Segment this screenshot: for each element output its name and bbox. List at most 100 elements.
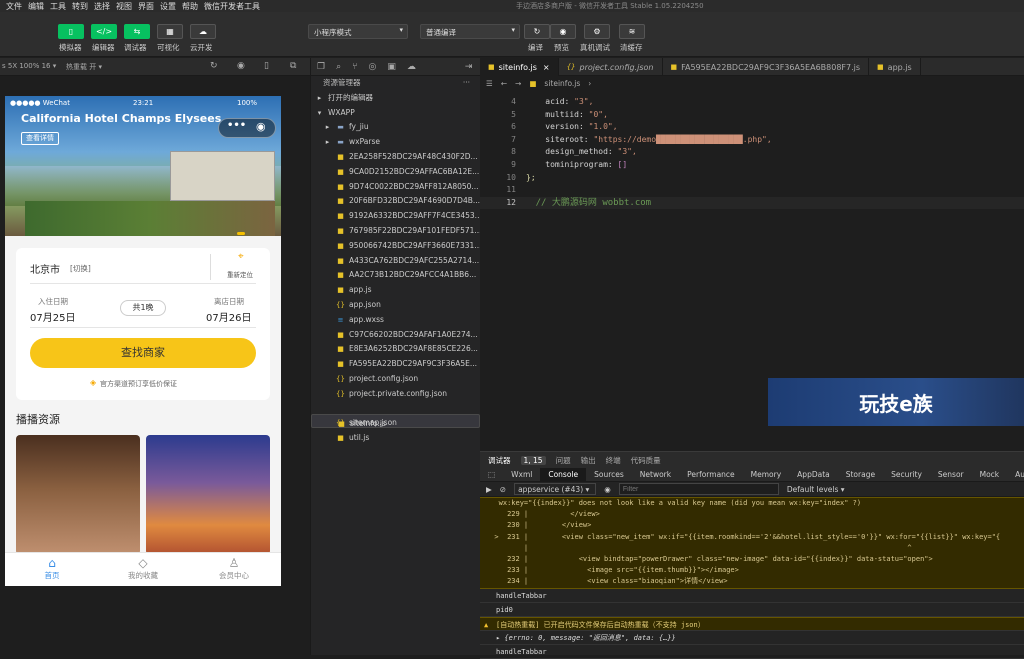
- more-icon[interactable]: •••: [227, 120, 246, 131]
- menu-goto[interactable]: 转到: [72, 1, 88, 12]
- editor-toggle[interactable]: </>: [91, 24, 117, 39]
- resource-image-1[interactable]: [16, 435, 140, 555]
- files-icon[interactable]: ❐: [317, 62, 325, 72]
- file-row[interactable]: ■ 9192A6332BDC29AFF7F4CE3453...: [311, 209, 480, 224]
- menu-view[interactable]: 视图: [116, 1, 132, 12]
- menu-tools[interactable]: 工具: [50, 1, 66, 12]
- tab-siteinfo[interactable]: ■ siteinfo.js ×: [480, 58, 559, 76]
- more-icon[interactable]: ···: [463, 76, 470, 91]
- simulator-toggle[interactable]: ▯: [58, 24, 84, 39]
- tab-security[interactable]: Security: [883, 468, 930, 482]
- close-mini-icon[interactable]: ◉: [256, 120, 266, 133]
- tab-debugger[interactable]: 调试器: [488, 455, 511, 466]
- forward-icon[interactable]: →: [515, 79, 521, 88]
- detail-button[interactable]: 查看详情: [21, 132, 59, 145]
- file-row[interactable]: ■ util.js: [311, 431, 480, 446]
- tab-sources[interactable]: Sources: [586, 468, 632, 482]
- tab-wxml[interactable]: Wxml: [503, 468, 540, 482]
- file-row[interactable]: {} project.private.config.json: [311, 387, 480, 402]
- menu-help[interactable]: 帮助: [182, 1, 198, 12]
- breadcrumb-file[interactable]: siteinfo.js: [544, 79, 580, 88]
- tab-sensor[interactable]: Sensor: [930, 468, 972, 482]
- popout-icon[interactable]: ⧉: [290, 61, 296, 71]
- file-row[interactable]: ■ 950066742BDC29AFF3660E7331...: [311, 239, 480, 254]
- tab-terminal[interactable]: 终端: [606, 455, 621, 466]
- file-row[interactable]: ■ app.js: [311, 283, 480, 298]
- list-icon[interactable]: ☰: [486, 79, 493, 88]
- tab-performance[interactable]: Performance: [679, 468, 743, 482]
- record-icon[interactable]: ◉: [237, 61, 245, 71]
- root-folder-row[interactable]: ▾ WXAPP: [311, 106, 480, 121]
- tab-mock[interactable]: Mock: [972, 468, 1008, 482]
- context-select[interactable]: appservice (#43) ▾: [514, 483, 597, 495]
- file-row[interactable]: ■ 9D74C0022BDC29AFF812A8050...: [311, 180, 480, 195]
- file-row[interactable]: {} app.json: [311, 298, 480, 313]
- eye-icon[interactable]: ◉: [604, 485, 611, 494]
- cloud-toggle[interactable]: ☁: [190, 24, 216, 39]
- folder-row[interactable]: ▸ ▬ fy_jiu: [311, 120, 480, 135]
- file-row[interactable]: ■ FA595EA22BDC29AF9C3F36A5E...: [311, 357, 480, 372]
- visual-toggle[interactable]: ▦: [157, 24, 183, 39]
- file-row[interactable]: ■ C97C66202BDC29AFAF1A0E274...: [311, 328, 480, 343]
- compile-button[interactable]: ↻: [524, 24, 550, 39]
- tab-code-quality[interactable]: 代码质量: [631, 455, 661, 466]
- tab-memory[interactable]: Memory: [743, 468, 790, 482]
- open-editors-row[interactable]: ▸ 打开的编辑器: [311, 91, 480, 106]
- close-icon[interactable]: ×: [543, 63, 550, 72]
- tab-network[interactable]: Network: [632, 468, 679, 482]
- tab-home[interactable]: ⌂ 首页: [17, 556, 87, 581]
- extensions-icon[interactable]: ▣: [387, 62, 396, 72]
- tab-issues[interactable]: 问题: [556, 455, 571, 466]
- remote-debug-button[interactable]: ⚙: [584, 24, 610, 39]
- file-row[interactable]: ■ 9CA0D2152BDC29AFFAC6BA12E...: [311, 165, 480, 180]
- tab-favorites[interactable]: ◇ 我的收藏: [108, 556, 178, 581]
- compile-select[interactable]: 普通编译 ▾: [420, 24, 520, 39]
- preview-button[interactable]: ◉: [550, 24, 576, 39]
- search-hotels-button[interactable]: 查找商家: [30, 338, 256, 368]
- branch-icon[interactable]: ⑂: [352, 62, 357, 72]
- file-row[interactable]: ■ 2EA258F528DC29AF48C430F2D...: [311, 150, 480, 165]
- folder-row[interactable]: ▸ ▬ wxParse: [311, 135, 480, 150]
- menu-settings[interactable]: 设置: [160, 1, 176, 12]
- mode-select[interactable]: 小程序模式 ▾: [308, 24, 408, 39]
- relocate-link[interactable]: 重新定位: [227, 269, 253, 279]
- file-row[interactable]: ≡ app.wxss: [311, 313, 480, 328]
- file-row[interactable]: {} project.config.json: [311, 372, 480, 387]
- tab-storage[interactable]: Storage: [838, 468, 883, 482]
- city-name[interactable]: 北京市: [30, 261, 60, 276]
- switch-city-link[interactable]: [切换]: [70, 263, 91, 274]
- log-levels-select[interactable]: Default levels ▾: [787, 485, 845, 494]
- file-row[interactable]: ■ A433CA762BDC29AFC255A2714...: [311, 254, 480, 269]
- tab-fa595[interactable]: ■ FA595EA22BDC29AF9C3F36A5EA6B808F7.js: [663, 58, 870, 76]
- tab-audits[interactable]: Audits: [1007, 468, 1024, 482]
- file-row[interactable]: ■ AA2C73B12BDC29AFCC4A1BB6...: [311, 268, 480, 283]
- sidebar-toggle-icon[interactable]: ▶: [486, 485, 492, 494]
- resource-image-2[interactable]: [146, 435, 270, 555]
- clear-cache-button[interactable]: ≋: [619, 24, 645, 39]
- split-icon[interactable]: ⇥: [465, 62, 473, 72]
- phone-icon[interactable]: ▯: [264, 61, 269, 71]
- location-icon[interactable]: ⌖: [238, 251, 244, 262]
- console-filter-input[interactable]: [618, 483, 779, 495]
- tab-console[interactable]: Console: [540, 467, 587, 482]
- file-row[interactable]: ■ 767985F22BDC29AF101FEDF571...: [311, 224, 480, 239]
- menu-wechat-devtools[interactable]: 微信开发者工具: [204, 1, 260, 12]
- menu-edit[interactable]: 编辑: [28, 1, 44, 12]
- debugger-toggle[interactable]: ⇆: [124, 24, 150, 39]
- file-row[interactable]: ■ E8E3A6252BDC29AF8E85CE226...: [311, 342, 480, 357]
- menu-file[interactable]: 文件: [6, 1, 22, 12]
- cloud-icon[interactable]: ☁: [407, 62, 416, 72]
- tab-project-config[interactable]: {} project.config.json: [559, 58, 663, 76]
- device-select[interactable]: s 5X 100% 16 ▾: [2, 62, 56, 70]
- tab-appdata[interactable]: AppData: [789, 468, 838, 482]
- file-row[interactable]: {} sitemap.json: [311, 416, 480, 431]
- console-object[interactable]: ▸ {errno: 0, message: "返回消息", data: {…}}: [480, 631, 1024, 645]
- checkout-date[interactable]: 07月26日: [206, 309, 251, 324]
- capsule-menu[interactable]: ••• ◉: [218, 118, 276, 138]
- menu-interface[interactable]: 界面: [138, 1, 154, 12]
- clear-console-icon[interactable]: ⊘: [500, 485, 506, 494]
- tab-member[interactable]: ♙ 会员中心: [199, 556, 269, 581]
- checkin-date[interactable]: 07月25日: [30, 309, 75, 324]
- file-row[interactable]: ■ 20F6BFD32BDC29AF4690D7D4B...: [311, 194, 480, 209]
- tab-output[interactable]: 输出: [581, 455, 596, 466]
